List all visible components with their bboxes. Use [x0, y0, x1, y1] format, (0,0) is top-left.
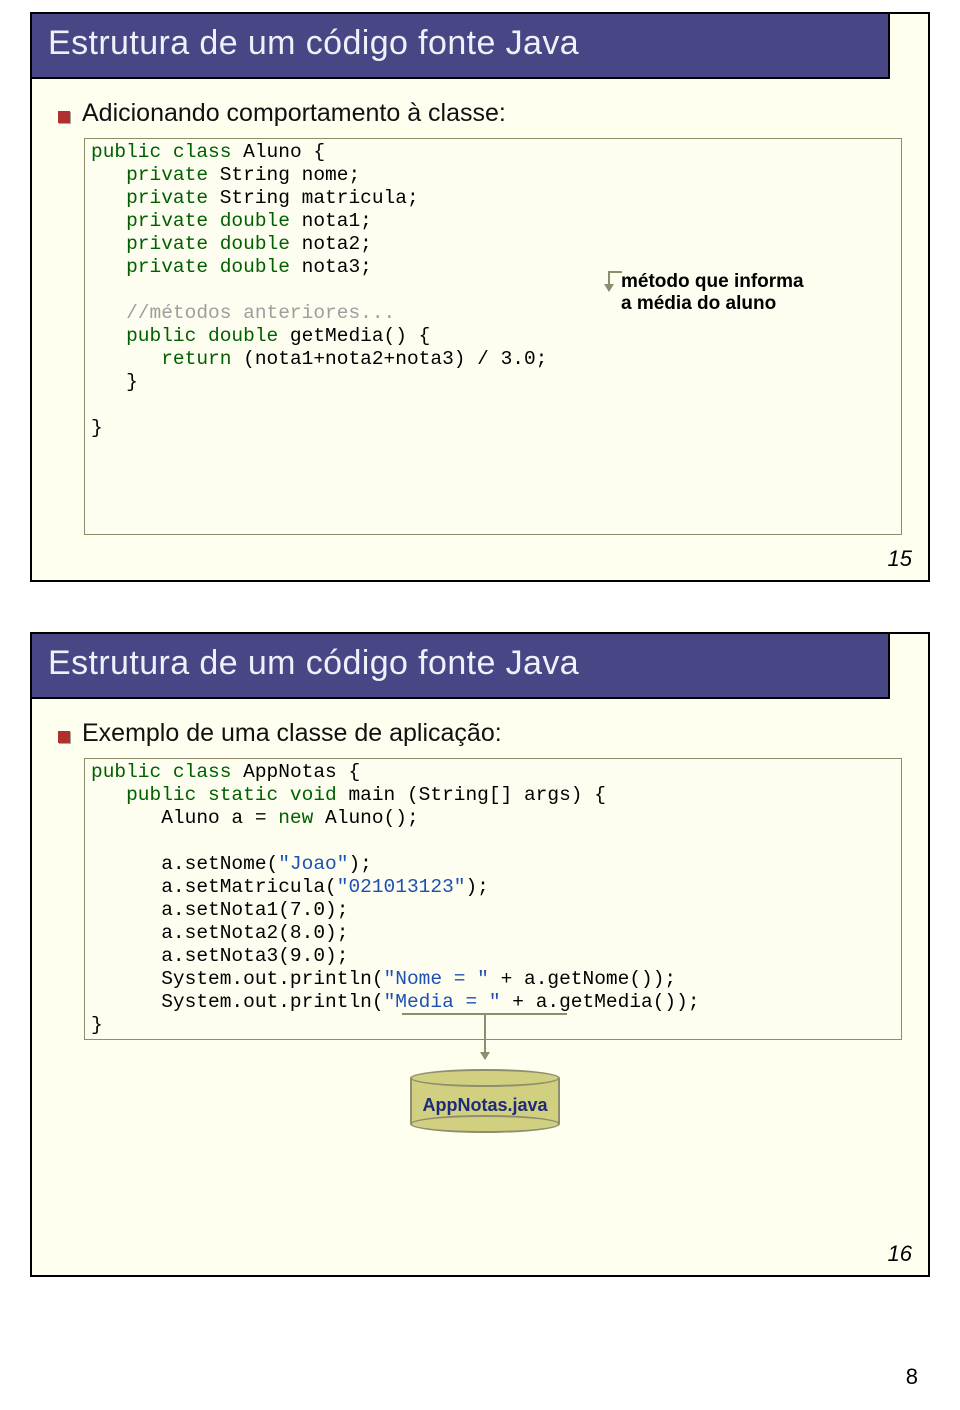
code-kw: return: [91, 348, 231, 370]
code-kw: public static void: [91, 784, 337, 806]
slide-title-bar: Estrutura de um código fonte Java: [30, 12, 890, 79]
slide-15: Estrutura de um código fonte Java Adicio…: [30, 12, 930, 582]
code-text: nota3;: [290, 256, 372, 278]
code-text: a.setNome(: [91, 853, 278, 875]
slide-number: 15: [888, 546, 912, 572]
code-text: + a.getNome());: [489, 968, 676, 990]
slide-number: 16: [888, 1241, 912, 1267]
code-text: String nome;: [208, 164, 360, 186]
code-text: nota2;: [290, 233, 372, 255]
code-kw: private double: [91, 210, 290, 232]
code-kw: private double: [91, 256, 290, 278]
bullet-icon: [58, 111, 70, 123]
code-text: Aluno a =: [91, 807, 278, 829]
arrow-down-icon: [484, 1013, 486, 1059]
slide-title: Estrutura de um código fonte Java: [48, 24, 872, 63]
slide-heading-row: Adicionando comportamento à classe:: [58, 99, 902, 128]
code-text: a.setNota3(9.0);: [91, 945, 348, 967]
code-kw: private: [91, 164, 208, 186]
page-number: 8: [906, 1364, 918, 1390]
code-block: public class AppNotas { public static vo…: [84, 758, 902, 1040]
code-text: System.out.println(: [91, 968, 384, 990]
code-text: );: [348, 853, 371, 875]
code-kw: public class: [91, 141, 231, 163]
callout-connector: [608, 271, 622, 273]
code-kw: public double: [91, 325, 278, 347]
code-block: public class Aluno { private String nome…: [84, 138, 902, 535]
slide-title-bar: Estrutura de um código fonte Java: [30, 632, 890, 699]
code-text: getMedia() {: [278, 325, 430, 347]
bullet-icon: [58, 731, 70, 743]
code-text: AppNotas {: [231, 761, 360, 783]
code-str: "021013123": [337, 876, 466, 898]
code-text: + a.getMedia());: [501, 991, 700, 1013]
code-str: "Media = ": [384, 991, 501, 1013]
file-cylinder-icon: AppNotas.java: [410, 1069, 560, 1131]
code-str: "Nome = ": [384, 968, 489, 990]
code-text: );: [465, 876, 488, 898]
code-kw: private: [91, 187, 208, 209]
code-comment: //métodos anteriores...: [91, 302, 395, 324]
code-text: String matricula;: [208, 187, 419, 209]
slide-16: Estrutura de um código fonte Java Exempl…: [30, 632, 930, 1277]
slide-heading: Adicionando comportamento à classe:: [82, 99, 506, 128]
arrow-down-icon: [608, 271, 610, 291]
cylinder-bottom: [410, 1115, 560, 1133]
callout: método que informaa média do aluno: [621, 271, 841, 315]
code-text: Aluno {: [231, 141, 325, 163]
code-text: System.out.println(: [91, 991, 384, 1013]
code-text: a.setNota1(7.0);: [91, 899, 348, 921]
code-text: }: [91, 371, 138, 393]
code-text: (nota1+nota2+nota3) / 3.0;: [231, 348, 547, 370]
cylinder-top: [410, 1069, 560, 1087]
slide-heading: Exemplo de uma classe de aplicação:: [82, 719, 502, 748]
code-text: }: [91, 1014, 103, 1036]
code-text: }: [91, 417, 103, 439]
code-kw: private double: [91, 233, 290, 255]
code-kw: public class: [91, 761, 231, 783]
code-text: a.setNota2(8.0);: [91, 922, 348, 944]
slide-title: Estrutura de um código fonte Java: [48, 644, 872, 683]
code-str: "Joao": [278, 853, 348, 875]
code-text: nota1;: [290, 210, 372, 232]
slide-heading-row: Exemplo de uma classe de aplicação:: [58, 719, 902, 748]
slide-content: Exemplo de uma classe de aplicação: publ…: [32, 699, 928, 1050]
cylinder-label: AppNotas.java: [410, 1095, 560, 1116]
code-text: Aluno();: [313, 807, 418, 829]
code-text: main (String[] args) {: [337, 784, 606, 806]
code-kw: new: [278, 807, 313, 829]
code-text: a.setMatricula(: [91, 876, 337, 898]
slide-content: Adicionando comportamento à classe: publ…: [32, 79, 928, 545]
